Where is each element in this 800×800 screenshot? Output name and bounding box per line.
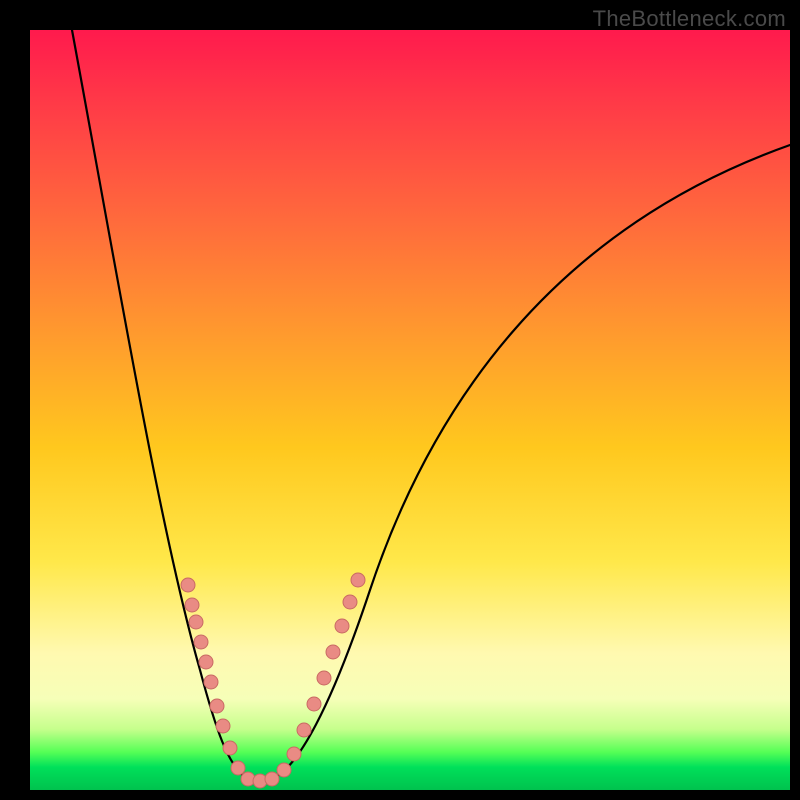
curve-dot (194, 635, 208, 649)
curve-dot (181, 578, 195, 592)
curve-dot (216, 719, 230, 733)
curve-dot (204, 675, 218, 689)
curve-dot (343, 595, 357, 609)
curve-svg (30, 30, 790, 790)
curve-dot (287, 747, 301, 761)
curve-dot (317, 671, 331, 685)
curve-dot (185, 598, 199, 612)
curve-dot (231, 761, 245, 775)
curve-dot (210, 699, 224, 713)
curve-dot (199, 655, 213, 669)
curve-dot (189, 615, 203, 629)
bottleneck-curve (72, 30, 790, 781)
watermark-text: TheBottleneck.com (593, 6, 786, 32)
chart-frame: TheBottleneck.com (0, 0, 800, 800)
curve-dot (297, 723, 311, 737)
curve-dot (326, 645, 340, 659)
curve-dot (265, 772, 279, 786)
curve-dot (335, 619, 349, 633)
plot-area (30, 30, 790, 790)
curve-dot (223, 741, 237, 755)
curve-dot (351, 573, 365, 587)
curve-dot (307, 697, 321, 711)
curve-dot (277, 763, 291, 777)
